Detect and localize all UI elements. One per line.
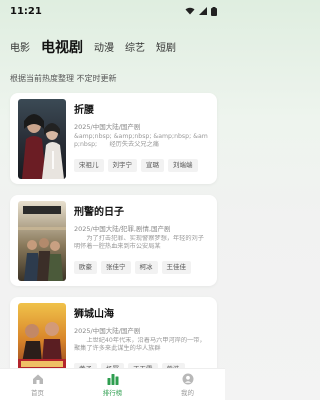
cast-chip[interactable]: 刘端端 [168,159,198,172]
nav-profile[interactable]: 我的 [158,373,218,397]
poster-image [18,201,66,281]
list-item[interactable]: 刑警的日子 2025/中国大陆/犯罪,剧情,国产剧 为了打击犯罪、实现警察梦想，… [10,195,217,286]
list-item[interactable]: 折腰 2025/中国大陆/国产剧 &amp;nbsp; &amp;nbsp; &… [10,93,217,184]
item-title[interactable]: 狮城山海 [74,305,114,320]
nav-ranking-label: 排行榜 [102,389,123,397]
item-title[interactable]: 刑警的日子 [74,203,124,218]
status-bar: 11:21 [0,0,225,22]
tab-tv-series[interactable]: 电视剧 [41,41,83,60]
tab-anime[interactable]: 动漫 [94,44,114,60]
tab-movies[interactable]: 电影 [10,44,30,60]
cast-chip[interactable]: 张佳宁 [101,261,131,274]
profile-icon [182,373,193,385]
wifi-icon [185,7,195,15]
nav-ranking[interactable]: 排行榜 [83,373,143,397]
cast-list: 欧豪 张佳宁 柯冰 王佳佳 [74,261,191,274]
cast-chip[interactable]: 宣璐 [141,159,164,172]
item-description: 上世纪40年代末，沿着马六甲河岸的一带，聚集了许多来此谋生的华人族群 [74,337,206,352]
battery-icon [211,6,217,16]
item-meta: 2025/中国大陆/国产剧 [74,327,141,335]
item-description: &amp;nbsp; &amp;nbsp; &amp;nbsp; &amp;nb… [74,133,208,148]
item-description: 为了打击犯罪、实现警察梦想，年轻的刘子明怀着一腔热血来到市公安局某 [74,235,204,250]
poster-image [18,99,66,179]
status-icons [185,6,217,16]
item-meta: 2025/中国大陆/犯罪,剧情,国产剧 [74,225,171,233]
cast-chip[interactable]: 柯冰 [134,261,158,274]
item-title[interactable]: 折腰 [74,101,94,116]
cast-chip[interactable]: 刘宇宁 [107,159,137,172]
list-subtitle: 根据当前热度整理 不定时更新 [10,74,117,83]
signal-icon [199,7,207,15]
nav-home-label: 首页 [31,389,44,397]
tab-short-drama[interactable]: 短剧 [156,44,176,60]
bottom-navigation: 首页 排行榜 我的 [0,368,225,400]
cast-list: 宋祖儿 刘宇宁 宣璐 刘端端 [74,159,198,172]
status-time: 11:21 [10,5,42,17]
home-icon [32,374,43,384]
nav-profile-label: 我的 [181,389,194,397]
tab-variety[interactable]: 综艺 [125,44,145,60]
item-meta: 2025/中国大陆/国产剧 [74,123,141,131]
cast-chip[interactable]: 宋祖儿 [74,159,104,172]
ranking-icon [107,374,118,385]
category-tabs: 电影 电视剧 动漫 综艺 短剧 [0,30,225,60]
cast-chip[interactable]: 欧豪 [74,261,97,274]
cast-chip[interactable]: 王佳佳 [161,261,191,274]
nav-home[interactable]: 首页 [8,373,68,397]
